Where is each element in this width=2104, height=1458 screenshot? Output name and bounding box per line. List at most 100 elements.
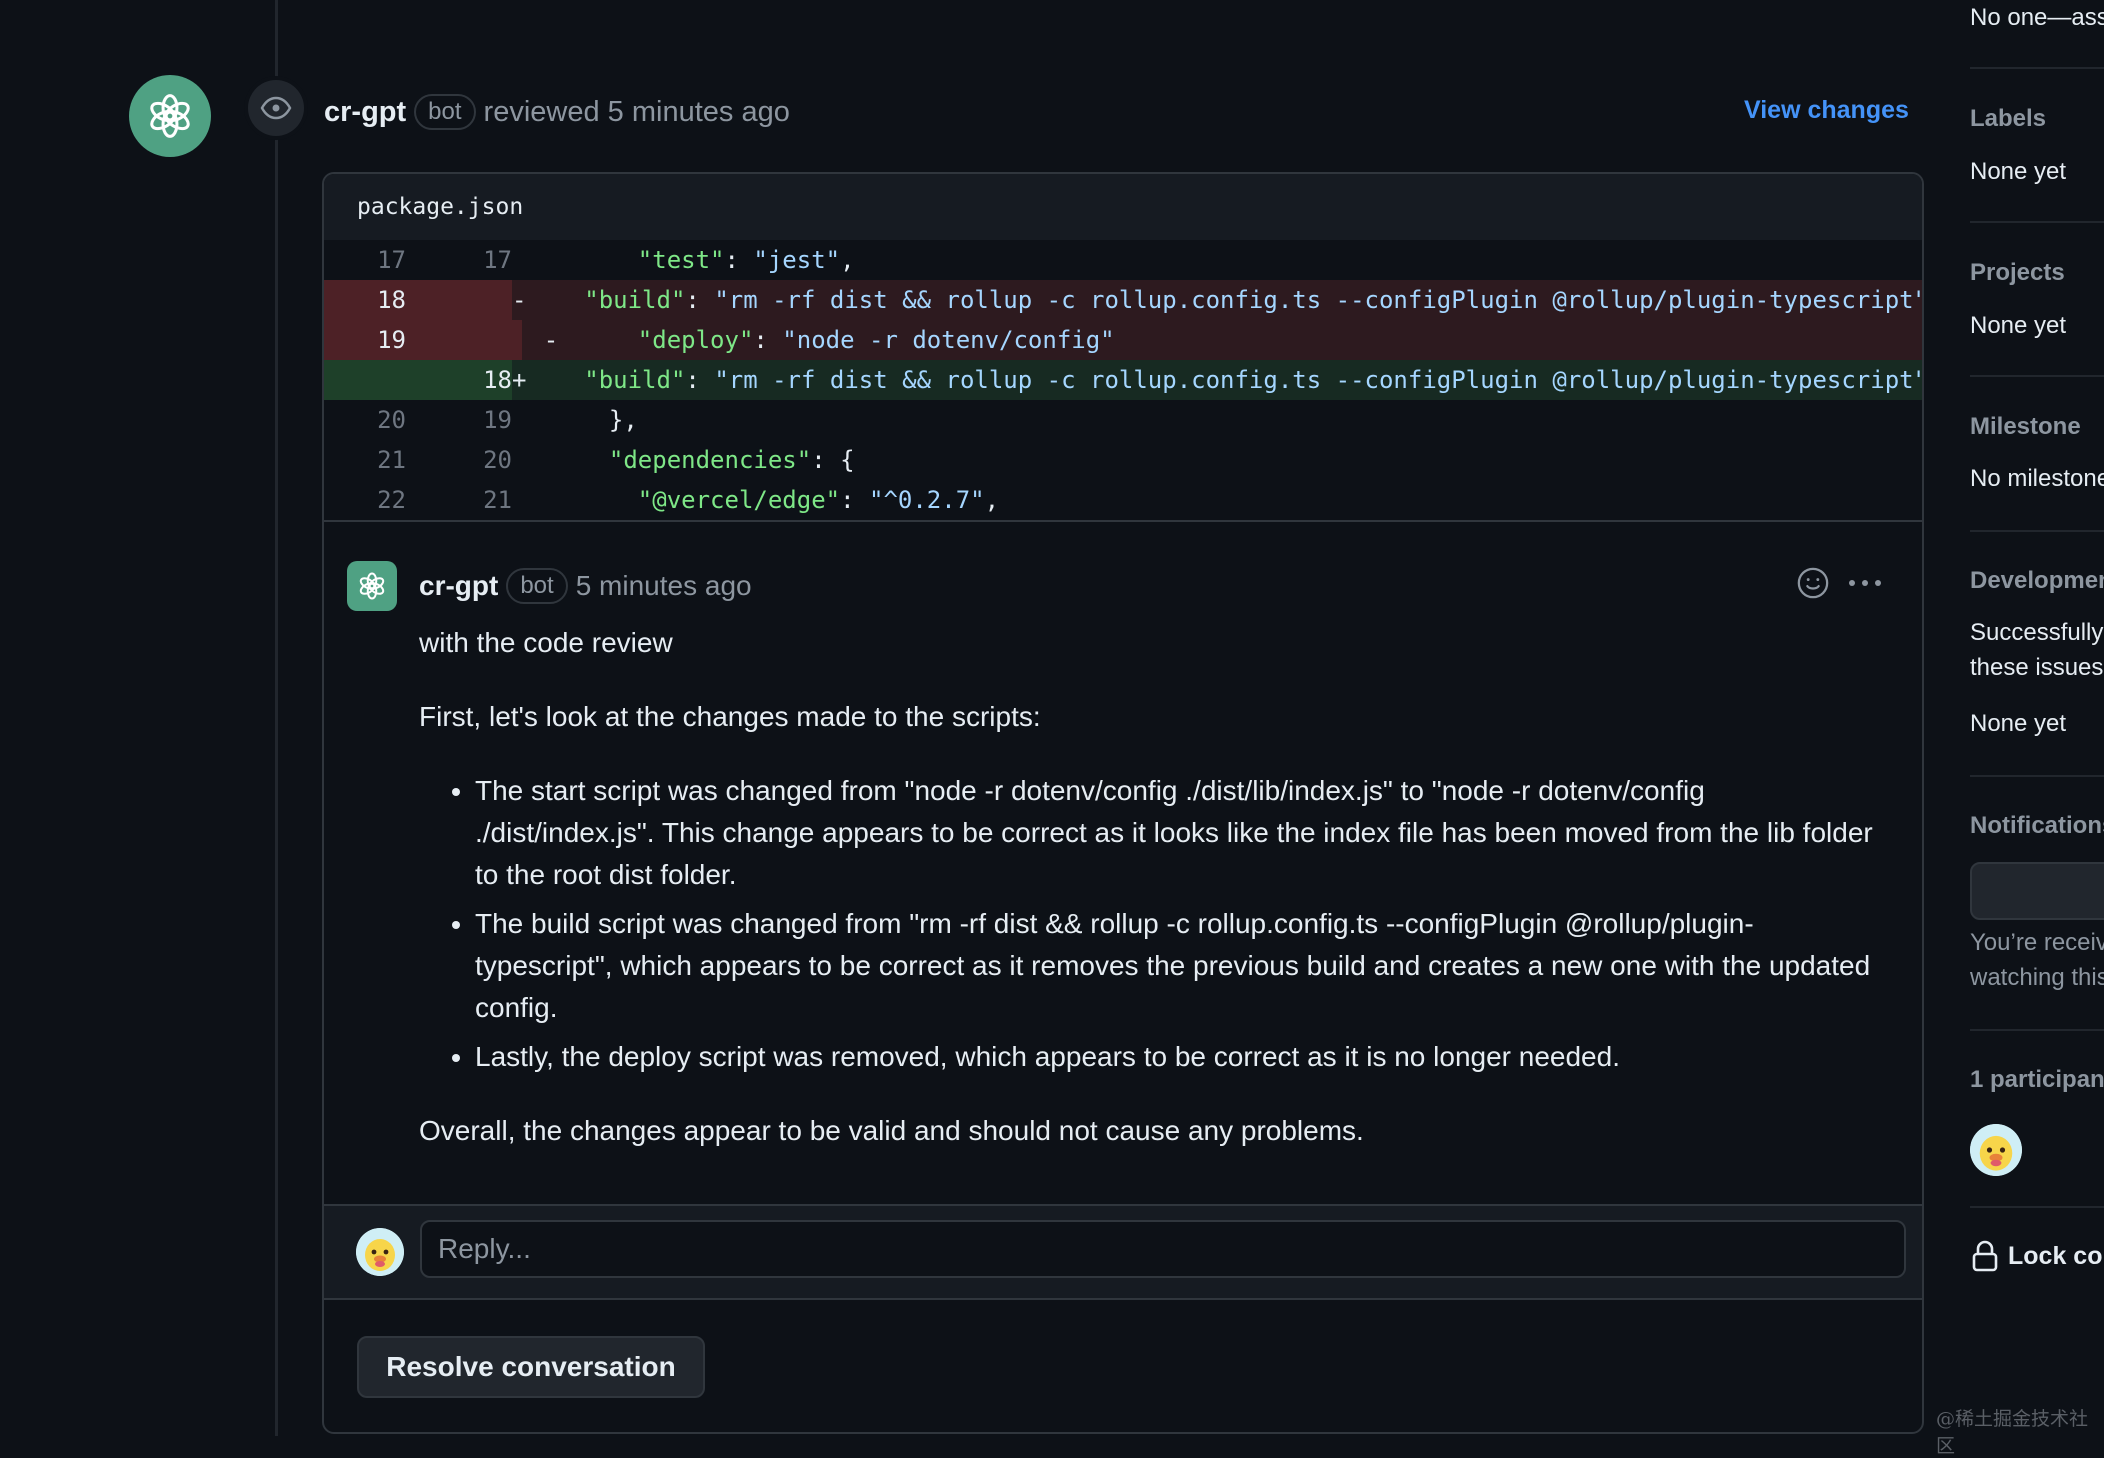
old-line-number[interactable]: 21: [324, 446, 406, 474]
code-value: "jest": [753, 246, 841, 274]
old-line-number[interactable]: 17: [324, 246, 406, 274]
notifications-subscribe-button[interactable]: [1970, 862, 2104, 920]
diff-row-add: 18 + "build": "rm -rf dist && rollup -c r…: [324, 360, 1922, 400]
notifications-heading: Notifications: [1970, 812, 2104, 839]
diff-row-context: 21 20 "dependencies": {: [324, 440, 1922, 480]
kebab-horizontal-icon: [1849, 580, 1881, 586]
code-value: "node -r dotenv/config": [782, 326, 1115, 354]
sidebar: No one—assign yourself Labels None yet P…: [1970, 0, 2104, 1436]
diff-row-context: 22 21 "@vercel/edge": "^0.2.7",: [324, 480, 1922, 520]
lock-conversation-button[interactable]: Lock conversation: [1972, 1240, 2104, 1272]
duck-avatar-icon: [356, 1228, 404, 1276]
diff-marker: +: [512, 366, 527, 394]
review-comment: cr-gpt bot 5 minutes ago with the code r…: [324, 522, 1922, 1208]
current-user-avatar[interactable]: [356, 1228, 404, 1276]
review-header: cr-gpt bot reviewed 5 minutes ago: [324, 90, 790, 134]
sidebar-divider: [1970, 1206, 2104, 1208]
comment-lead: First, let's look at the changes made to…: [419, 701, 1041, 732]
sidebar-divider: [1970, 375, 2104, 377]
code-key: "test": [637, 246, 725, 274]
code-key: "@vercel/edge": [637, 486, 841, 514]
projects-value: None yet: [1970, 312, 2067, 339]
diff-row-del: 19 - "deploy": "node -r dotenv/config": [324, 320, 1922, 360]
comment-bullet: Lastly, the deploy script was removed, w…: [475, 1036, 1879, 1078]
participants-heading: 1 participant: [1970, 1066, 2104, 1093]
development-heading[interactable]: Development: [1970, 567, 2104, 595]
code-value: "rm -rf dist && rollup -c rollup.config.…: [714, 366, 1924, 394]
new-line-number[interactable]: 18: [406, 366, 512, 394]
diff-filename[interactable]: package.json: [357, 194, 523, 220]
projects-heading[interactable]: Projects: [1970, 259, 2065, 287]
assignees-value[interactable]: No one—assign yourself: [1970, 4, 2104, 32]
notifications-desc-line1: You’re receiving notifications because y…: [1970, 929, 2104, 956]
diff-code: },: [580, 406, 638, 434]
diff-code: "dependencies": {: [580, 446, 855, 474]
labels-value: None yet: [1970, 158, 2067, 185]
line-number-gutter: 18: [324, 280, 512, 320]
old-line-number[interactable]: 20: [324, 406, 406, 434]
sidebar-divider: [1970, 67, 2104, 69]
code-tail: },: [608, 406, 638, 434]
diff-row-context: 20 19 },: [324, 400, 1922, 440]
participant-avatar[interactable]: [1970, 1124, 2022, 1176]
development-desc-line2: these issues.: [1970, 654, 2104, 681]
comment-author-link[interactable]: cr-gpt: [419, 570, 498, 602]
resolve-conversation-button[interactable]: Resolve conversation: [357, 1336, 705, 1398]
line-number-gutter: 21 20: [324, 440, 522, 480]
code-key: "build": [584, 286, 686, 314]
comment-body: with the code review First, let's look a…: [419, 622, 1879, 1184]
code-sep: :: [811, 446, 841, 474]
milestone-heading[interactable]: Milestone: [1970, 413, 2081, 441]
diff-file-header: package.json: [324, 174, 1922, 240]
comment-actions: [1796, 566, 1882, 600]
old-line-number[interactable]: 18: [324, 286, 406, 314]
old-line-number[interactable]: 19: [324, 326, 406, 354]
diff-code: "@vercel/edge": "^0.2.7",: [580, 486, 999, 514]
line-number-gutter: 18: [324, 360, 512, 400]
eye-icon: [260, 96, 292, 120]
comment-timestamp[interactable]: 5 minutes ago: [576, 570, 752, 602]
reviewer-avatar[interactable]: [129, 75, 211, 157]
diff-hunk: 17 17 "test": "jest", 18 - "build": "rm -rf…: [324, 240, 1922, 522]
code-sep: :: [685, 286, 715, 314]
new-line-number[interactable]: 20: [406, 446, 512, 474]
view-changes-link[interactable]: View changes: [1744, 96, 1909, 125]
new-line-number[interactable]: 17: [406, 246, 512, 274]
diff-row-context: 17 17 "test": "jest",: [324, 240, 1922, 280]
labels-heading[interactable]: Labels: [1970, 105, 2046, 133]
code-tail: ,: [840, 246, 855, 274]
code-sep: :: [685, 366, 715, 394]
comment-author-avatar[interactable]: [347, 561, 397, 611]
review-action-text: reviewed 5 minutes ago: [483, 95, 790, 128]
comment-bullet-list: The start script was changed from "node …: [419, 770, 1879, 1078]
bot-badge: bot: [414, 94, 476, 130]
code-sep: :: [753, 326, 783, 354]
more-options-button[interactable]: [1848, 577, 1882, 589]
line-number-gutter: 22 21: [324, 480, 522, 520]
code-key: "dependencies": [608, 446, 812, 474]
review-author-link[interactable]: cr-gpt: [324, 96, 406, 129]
development-value: None yet: [1970, 710, 2067, 737]
sidebar-divider: [1970, 530, 2104, 532]
old-line-number[interactable]: 22: [324, 486, 406, 514]
development-desc-line1: Successfully merging this pull request m…: [1970, 619, 2104, 646]
reply-input[interactable]: [420, 1220, 1906, 1278]
diff-code: "deploy": "node -r dotenv/config": [580, 326, 1115, 354]
comment-conclusion: Overall, the changes appear to be valid …: [419, 1115, 1364, 1146]
code-key: "build": [584, 366, 686, 394]
duck-avatar-icon: [1970, 1124, 2022, 1176]
code-sep: :: [724, 246, 754, 274]
lock-conversation-label: Lock conversation: [2008, 1241, 2104, 1270]
openai-logo-icon: [359, 572, 385, 600]
comment-bullet: The start script was changed from "node …: [475, 770, 1879, 896]
add-reaction-button[interactable]: [1796, 566, 1830, 600]
openai-logo-icon: [150, 94, 190, 138]
new-line-number[interactable]: 21: [406, 486, 512, 514]
new-line-number[interactable]: 19: [406, 406, 512, 434]
line-number-gutter: 20 19: [324, 400, 522, 440]
